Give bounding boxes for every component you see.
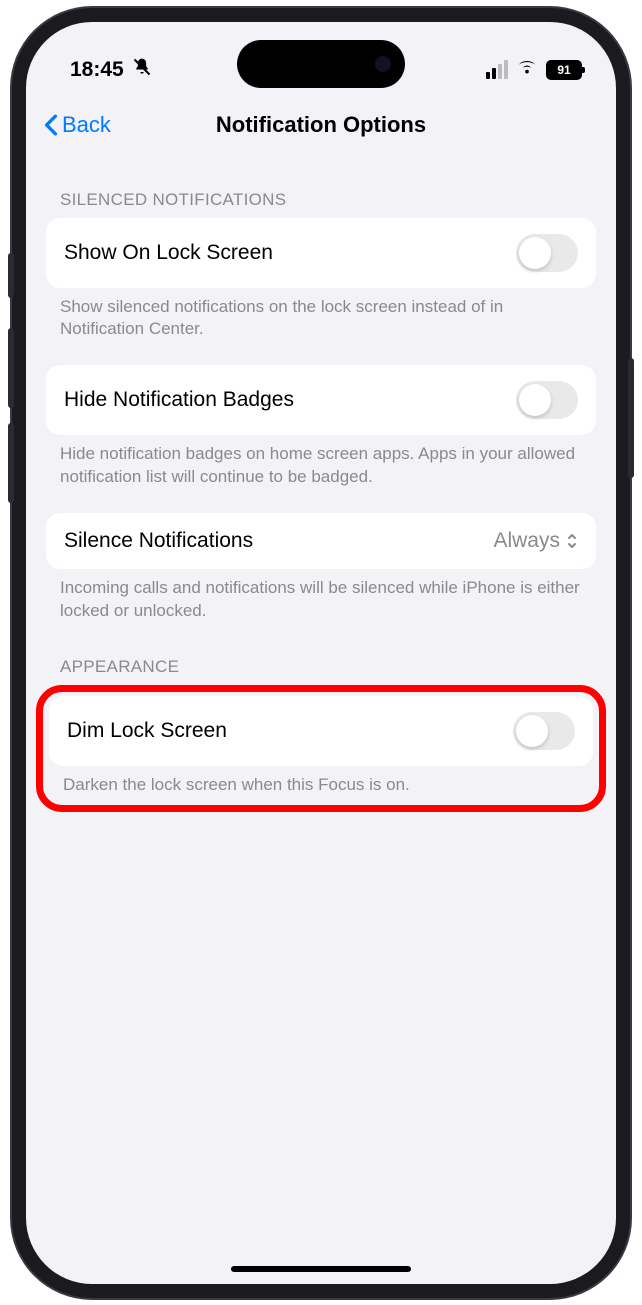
footer-dim-lock-screen: Darken the lock screen when this Focus i… [49,766,593,803]
dynamic-island [237,40,405,88]
content-area: Silenced Notifications Show On Lock Scre… [26,160,616,813]
chevron-left-icon [44,114,58,136]
volume-up-button [8,328,14,408]
footer-silence-notifications: Incoming calls and notifications will be… [46,569,596,647]
section-header-silenced: Silenced Notifications [46,180,596,218]
toggle-dim-lock-screen[interactable] [513,712,575,750]
cellular-signal-icon [486,60,508,79]
silent-mode-icon [132,57,152,83]
toggle-hide-notification-badges[interactable] [516,381,578,419]
toggle-show-on-lock-screen[interactable] [516,234,578,272]
section-header-appearance: Appearance [46,647,596,685]
volume-down-button [8,423,14,503]
row-label: Show On Lock Screen [64,241,273,265]
row-label: Silence Notifications [64,529,253,553]
row-label: Hide Notification Badges [64,388,294,412]
row-label: Dim Lock Screen [67,719,227,743]
footer-hide-notification-badges: Hide notification badges on home screen … [46,435,596,513]
phone-frame: 18:45 91 Back Notification Options Sil [12,8,630,1298]
mute-switch [8,253,14,298]
row-hide-notification-badges[interactable]: Hide Notification Badges [46,365,596,435]
back-button[interactable]: Back [44,112,111,138]
nav-header: Back Notification Options [26,92,616,160]
row-show-on-lock-screen[interactable]: Show On Lock Screen [46,218,596,288]
back-label: Back [62,112,111,138]
home-indicator[interactable] [231,1266,411,1272]
silence-value: Always [493,529,560,553]
footer-show-on-lock-screen: Show silenced notifications on the lock … [46,288,596,366]
highlight-dim-lock-screen: Dim Lock Screen Darken the lock screen w… [36,685,606,812]
battery-indicator: 91 [546,60,582,80]
page-title: Notification Options [216,112,426,138]
up-down-icon [566,532,578,550]
status-time: 18:45 [70,58,124,82]
power-button [628,358,634,478]
wifi-icon [516,58,538,82]
row-dim-lock-screen[interactable]: Dim Lock Screen [49,696,593,766]
row-silence-notifications[interactable]: Silence Notifications Always [46,513,596,569]
screen: 18:45 91 Back Notification Options Sil [26,22,616,1284]
